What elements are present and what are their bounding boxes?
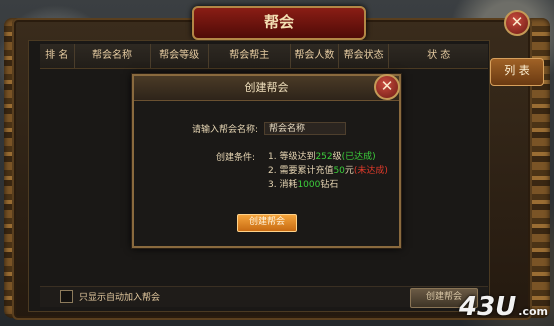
- col-guild-level: 帮会等级: [151, 44, 209, 68]
- condition-level: 1. 等级达到252级(已达成): [268, 152, 376, 162]
- table-header: 排 名 帮会名称 帮会等级 帮会帮主 帮会人数 帮会状态 状 态: [40, 44, 488, 69]
- guild-name-label: 请输入帮会名称:: [192, 125, 259, 135]
- col-status: 状 态: [427, 50, 451, 61]
- close-dialog-button[interactable]: ✕: [374, 74, 400, 100]
- create-guild-dialog: 创建帮会 ✕ 请输入帮会名称: 帮会名称 创建条件: 1. 等级达到252级(已…: [132, 74, 401, 248]
- col-guild-leader: 帮会帮主: [209, 44, 291, 68]
- auto-join-filter[interactable]: 只显示自动加入帮会: [60, 290, 160, 303]
- auto-join-label: 只显示自动加入帮会: [79, 293, 161, 303]
- col-guild-name: 帮会名称: [75, 44, 151, 68]
- close-window-button[interactable]: ✕: [504, 10, 530, 36]
- create-guild-button[interactable]: 创建帮会: [237, 214, 297, 232]
- site-watermark: 43U .com: [458, 292, 548, 322]
- col-member-count: 帮会人数: [291, 44, 340, 68]
- dialog-title: 创建帮会: [134, 76, 399, 101]
- conditions-label: 创建条件:: [216, 153, 256, 163]
- condition-recharge: 2. 需要累计充值50元(未达成): [268, 166, 388, 176]
- close-icon: ✕: [510, 13, 524, 31]
- auto-join-checkbox[interactable]: [60, 290, 73, 303]
- close-icon: ✕: [380, 77, 394, 95]
- guild-name-input[interactable]: 帮会名称: [264, 122, 347, 135]
- col-rank: 排 名: [40, 44, 75, 68]
- tab-list[interactable]: 列 表: [490, 58, 544, 86]
- col-guild-status: 帮会状态: [339, 44, 390, 68]
- window-title: 帮会: [192, 6, 366, 40]
- status-achieved: (已达成): [341, 152, 376, 162]
- guild-name-row: 请输入帮会名称: 帮会名称: [192, 122, 347, 135]
- status-not-achieved: (未达成): [353, 166, 388, 176]
- condition-diamonds: 3. 消耗1000钻石: [268, 180, 339, 190]
- conditions-list: 1. 等级达到252级(已达成) 2. 需要累计充值50元(未达成) 3. 消耗…: [268, 150, 388, 192]
